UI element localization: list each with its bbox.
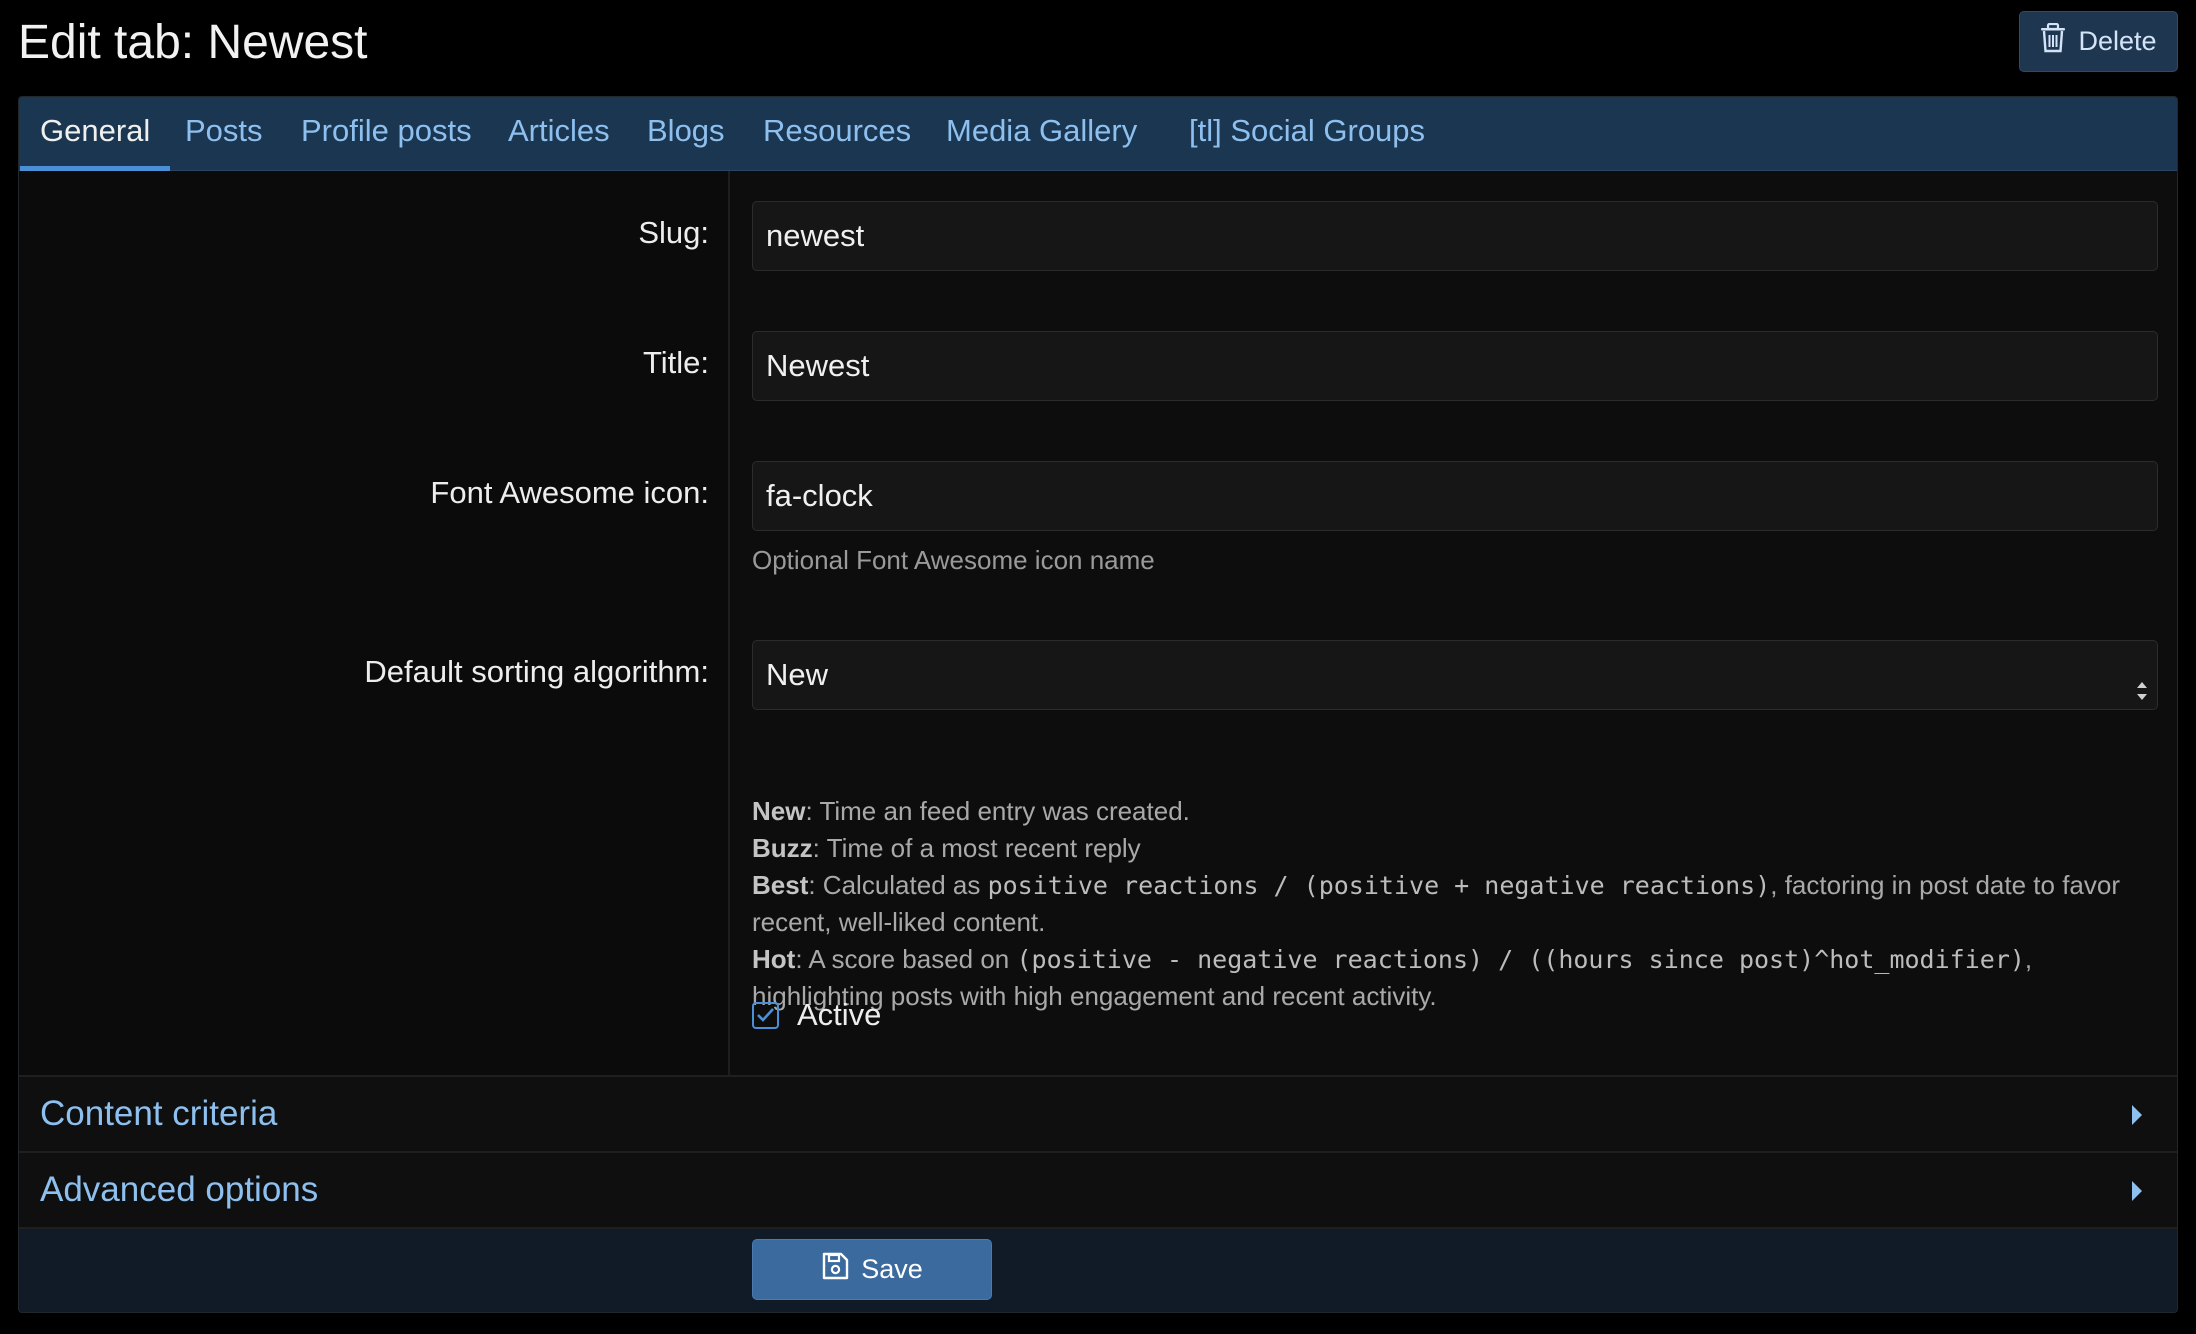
explain-hot: Hot: A score based on (positive - negati… — [752, 944, 2033, 1011]
caret-right-icon — [2131, 1104, 2143, 1126]
sorting-select-value: New — [766, 657, 829, 692]
active-checkbox-row[interactable]: Active — [752, 997, 881, 1033]
explain-new: New: Time an feed entry was created. — [752, 796, 1190, 826]
content-criteria-title: Content criteria — [40, 1094, 278, 1133]
title-label: Title: — [642, 345, 709, 380]
tab-profile-posts[interactable]: Profile posts — [281, 97, 492, 171]
advanced-options-title: Advanced options — [40, 1170, 319, 1209]
tab-media-gallery[interactable]: Media Gallery — [926, 97, 1157, 171]
save-button-label: Save — [861, 1254, 923, 1284]
font-awesome-icon-input[interactable]: fa-clock — [752, 461, 2158, 531]
tab-bar: General Posts Profile posts Articles Blo… — [19, 97, 2177, 171]
content-criteria-section[interactable]: Content criteria — [19, 1075, 2177, 1151]
active-checkbox[interactable] — [752, 1001, 779, 1029]
slug-label: Slug: — [638, 215, 709, 250]
page-title: Edit tab: Newest — [18, 16, 368, 69]
title-input[interactable]: Newest — [752, 331, 2158, 401]
tab-blogs[interactable]: Blogs — [627, 97, 745, 171]
tab-articles[interactable]: Articles — [488, 97, 630, 171]
checkmark-icon — [757, 1008, 774, 1022]
general-form: Slug: newest Title: Newest Font Awesome … — [19, 171, 2177, 1075]
slug-input[interactable]: newest — [752, 201, 2158, 271]
icon-hint: Optional Font Awesome icon name — [752, 545, 1155, 575]
tab-social-groups[interactable]: [tl] Social Groups — [1169, 97, 1445, 171]
tab-general[interactable]: General — [20, 97, 171, 171]
sorting-select[interactable]: New — [752, 640, 2158, 710]
explain-buzz: Buzz: Time of a most recent reply — [752, 833, 1141, 863]
tab-resources[interactable]: Resources — [743, 97, 931, 171]
delete-button[interactable]: Delete — [2019, 11, 2178, 72]
explain-best: Best: Calculated as positive reactions /… — [752, 870, 2121, 937]
advanced-options-section[interactable]: Advanced options — [19, 1151, 2177, 1227]
caret-right-icon — [2131, 1180, 2143, 1202]
sorting-explanation: New: Time an feed entry was created. Buz… — [752, 793, 2152, 1015]
form-footer: Save — [19, 1227, 2177, 1312]
delete-button-label: Delete — [2078, 26, 2157, 56]
floppy-disk-icon — [821, 1252, 849, 1287]
select-arrows-icon — [2135, 661, 2149, 700]
page-header: Edit tab: Newest Delete — [0, 0, 2196, 92]
trash-icon — [2040, 22, 2066, 60]
icon-label: Font Awesome icon: — [430, 475, 709, 510]
edit-form-block: General Posts Profile posts Articles Blo… — [18, 96, 2178, 1313]
active-label: Active — [797, 997, 882, 1032]
save-button[interactable]: Save — [752, 1239, 992, 1300]
sorting-label: Default sorting algorithm: — [364, 654, 709, 689]
tab-posts[interactable]: Posts — [165, 97, 283, 171]
label-column — [19, 171, 730, 1075]
